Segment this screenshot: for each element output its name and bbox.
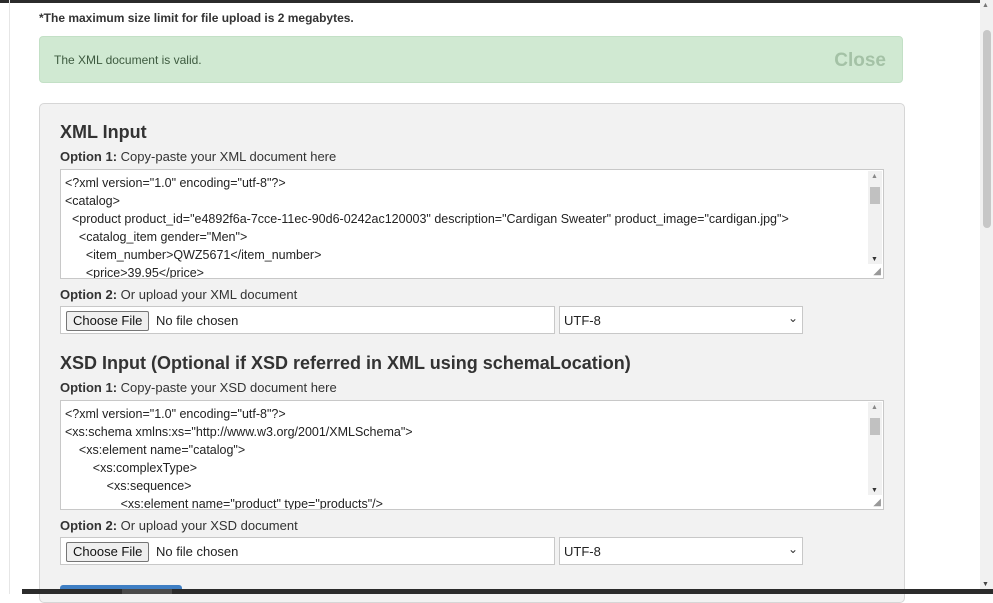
alert-message: The XML document is valid. xyxy=(54,53,202,67)
xsd-choose-file-button[interactable]: Choose File xyxy=(66,542,150,562)
xsd-encoding-value: UTF-8 xyxy=(564,544,601,559)
scroll-down-arrow-icon[interactable]: ▼ xyxy=(982,581,989,588)
xml-textarea-content: <?xml version="1.0" encoding="utf-8"?> <c… xyxy=(65,174,789,279)
scroll-up-arrow-icon[interactable]: ▲ xyxy=(871,173,878,180)
chevron-down-icon: ⌄ xyxy=(787,542,798,556)
resize-grip-icon[interactable]: ◢ xyxy=(873,497,881,508)
xml-code-line: <item_number>QWZ5671</item_number> xyxy=(65,248,322,262)
xml-textarea-scrollbar[interactable]: ▲ ▼ xyxy=(868,171,882,264)
scrollbar-thumb[interactable] xyxy=(870,187,880,204)
xml-code-line: <product product_id="e4892f6a-7cce-11ec-… xyxy=(65,212,789,226)
scroll-down-arrow-icon[interactable]: ▼ xyxy=(871,256,878,263)
xml-code-line: <price>39.95</price> xyxy=(65,266,204,279)
xsd-code-line: <xs:schema xmlns:xs="http://www.w3.org/2… xyxy=(65,425,413,439)
xml-option2-text: Or upload your XML document xyxy=(117,287,298,302)
xsd-option2-text: Or upload your XSD document xyxy=(117,518,298,533)
xml-encoding-select[interactable]: UTF-8 ⌄ xyxy=(559,306,803,334)
xsd-code-line: <xs:element name="catalog"> xyxy=(65,443,246,457)
xsd-textarea[interactable]: <?xml version="1.0" encoding="utf-8"?> <x… xyxy=(60,400,884,510)
xml-option2-label: Option 2: Or upload your XML document xyxy=(60,287,297,302)
scroll-down-arrow-icon[interactable]: ▼ xyxy=(871,487,878,494)
page-left-border xyxy=(9,0,10,594)
xml-option1-label: Option 1: Copy-paste your XML document h… xyxy=(60,149,336,164)
xml-textarea[interactable]: <?xml version="1.0" encoding="utf-8"?> <c… xyxy=(60,169,884,279)
xml-code-line: <?xml version="1.0" encoding="utf-8"?> xyxy=(65,176,286,190)
xsd-option1-text: Copy-paste your XSD document here xyxy=(117,380,337,395)
scroll-up-arrow-icon[interactable]: ▲ xyxy=(982,2,989,9)
xml-option2-bold: Option 2: xyxy=(60,287,118,302)
xsd-option1-label: Option 1: Copy-paste your XSD document h… xyxy=(60,380,337,395)
scrollbar-thumb[interactable] xyxy=(870,418,880,435)
xml-input-heading: XML Input xyxy=(60,122,147,142)
upload-size-notice: *The maximum size limit for file upload … xyxy=(39,11,354,25)
xml-option1-text: Copy-paste your XML document here xyxy=(117,149,337,164)
alert-close-button[interactable]: Close xyxy=(834,50,886,72)
page-scrollbar-thumb[interactable] xyxy=(983,30,991,228)
xml-choose-file-button[interactable]: Choose File xyxy=(66,311,150,331)
xsd-option2-bold: Option 2: xyxy=(60,518,118,533)
xsd-code-line: <?xml version="1.0" encoding="utf-8"?> xyxy=(65,407,286,421)
xsd-code-line: <xs:complexType> xyxy=(65,461,198,475)
chevron-down-icon: ⌄ xyxy=(787,311,798,325)
resize-grip-icon[interactable]: ◢ xyxy=(873,266,881,277)
xml-option1-bold: Option 1: xyxy=(60,149,118,164)
xsd-file-status: No file chosen xyxy=(156,544,239,559)
xsd-code-line: <xs:sequence> xyxy=(65,479,192,493)
browser-top-bar xyxy=(0,0,983,3)
xml-file-input[interactable]: Choose File No file chosen xyxy=(60,306,555,334)
xsd-encoding-select[interactable]: UTF-8 ⌄ xyxy=(559,537,803,565)
xml-file-status: No file chosen xyxy=(156,313,239,328)
xml-code-line: <catalog_item gender="Men"> xyxy=(65,230,248,244)
xml-code-line: <catalog> xyxy=(65,194,120,208)
scroll-up-arrow-icon[interactable]: ▲ xyxy=(871,404,878,411)
xsd-textarea-content: <?xml version="1.0" encoding="utf-8"?> <x… xyxy=(65,405,413,510)
input-panel: XML Input Option 1: Copy-paste your XML … xyxy=(39,103,905,603)
xsd-code-line: <xs:element name="product" type="product… xyxy=(65,497,383,510)
xml-encoding-value: UTF-8 xyxy=(564,313,601,328)
xsd-option2-label: Option 2: Or upload your XSD document xyxy=(60,518,298,533)
xsd-option1-bold: Option 1: xyxy=(60,380,118,395)
validation-alert: The XML document is valid. Close xyxy=(39,36,903,83)
xsd-file-input[interactable]: Choose File No file chosen xyxy=(60,537,555,565)
xsd-input-heading: XSD Input (Optional if XSD referred in X… xyxy=(60,353,631,373)
xsd-textarea-scrollbar[interactable]: ▲ ▼ xyxy=(868,402,882,495)
page-scrollbar[interactable]: ▲ ▼ xyxy=(980,0,993,594)
bottom-bar xyxy=(22,589,993,594)
bottom-bar-segment xyxy=(122,589,172,594)
